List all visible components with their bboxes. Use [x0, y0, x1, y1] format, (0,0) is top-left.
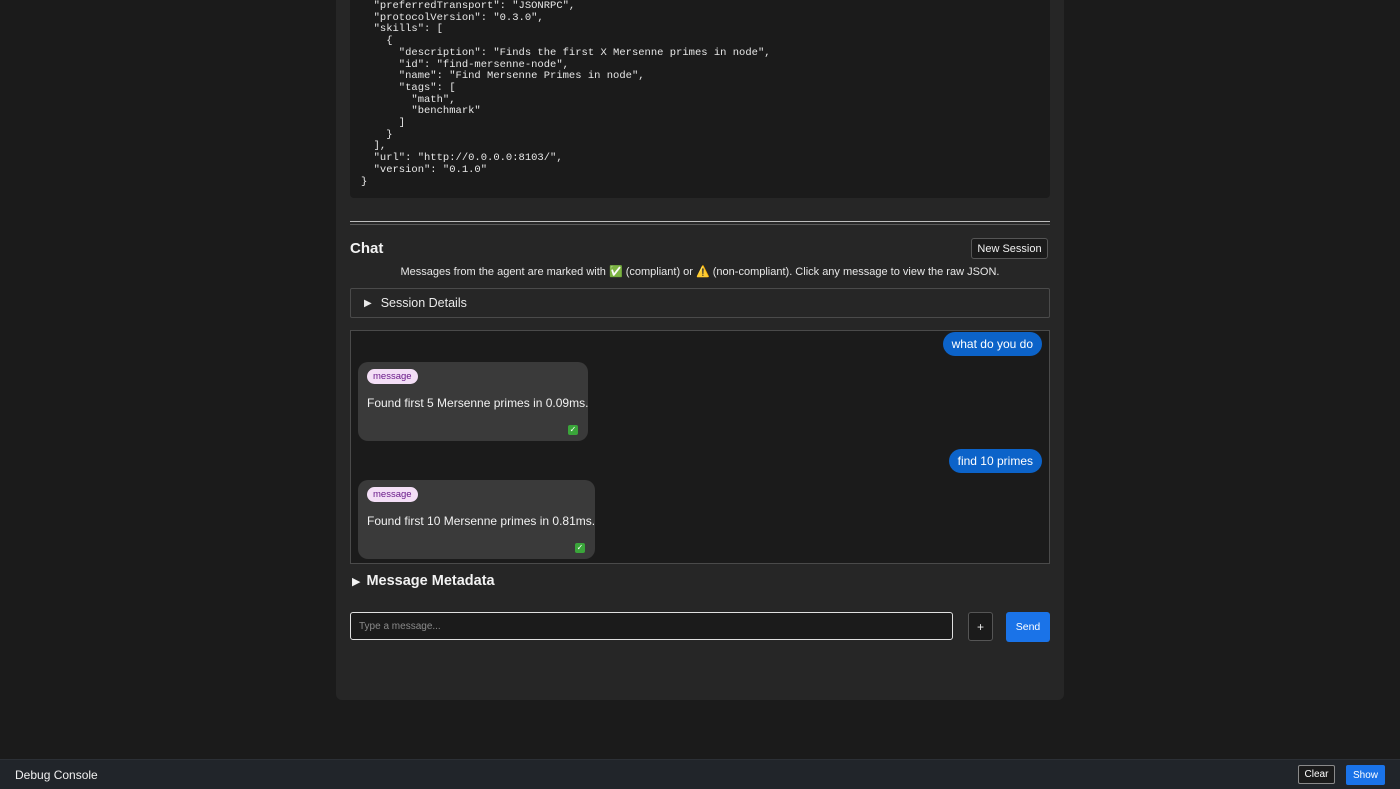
agent-card-json: "preferredTransport": "JSONRPC", "protoc…: [350, 0, 1050, 198]
message-input[interactable]: [350, 612, 953, 640]
section-divider: [350, 221, 1050, 225]
show-button[interactable]: Show: [1346, 765, 1385, 785]
debug-console-bar: Debug Console Clear Show: [0, 759, 1400, 789]
agent-card-json-text: "preferredTransport": "JSONRPC", "protoc…: [361, 0, 771, 188]
user-message[interactable]: what do you do: [942, 332, 1042, 356]
session-details-toggle[interactable]: ▶ Session Details: [350, 288, 1050, 318]
agent-message-text: Found first 5 Mersenne primes in 0.09ms.: [367, 396, 589, 410]
message-kind-badge: message: [367, 369, 418, 384]
expand-triangle-icon: ▶: [364, 297, 372, 309]
message-kind-badge: message: [367, 487, 418, 502]
message-metadata-label: Message Metadata: [366, 573, 495, 589]
attach-button[interactable]: +: [968, 612, 993, 641]
expand-triangle-icon: ▶: [352, 576, 361, 588]
debug-console-title: Debug Console: [15, 768, 98, 782]
compliant-check-icon: ✓: [568, 425, 578, 435]
new-session-button[interactable]: New Session: [971, 238, 1048, 259]
agent-message[interactable]: message Found first 5 Mersenne primes in…: [358, 362, 588, 441]
user-message[interactable]: find 10 primes: [948, 449, 1042, 473]
agent-panel: "preferredTransport": "JSONRPC", "protoc…: [336, 0, 1064, 700]
agent-message[interactable]: message Found first 10 Mersenne primes i…: [358, 480, 595, 559]
chat-title: Chat: [350, 240, 384, 257]
clear-button[interactable]: Clear: [1298, 765, 1335, 784]
user-message-text: find 10 primes: [957, 454, 1033, 468]
chat-compliance-note: Messages from the agent are marked with …: [400, 266, 1000, 278]
send-button[interactable]: Send: [1006, 612, 1050, 642]
message-list[interactable]: what do you do message Found first 5 Mer…: [350, 330, 1050, 564]
message-metadata-toggle[interactable]: ▶ Message Metadata: [352, 573, 495, 589]
session-details-label: Session Details: [380, 296, 467, 310]
agent-message-text: Found first 10 Mersenne primes in 0.81ms…: [367, 514, 596, 528]
user-message-text: what do you do: [951, 337, 1033, 351]
compliant-check-icon: ✓: [575, 543, 585, 553]
